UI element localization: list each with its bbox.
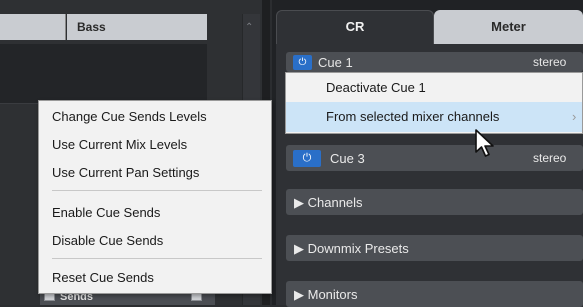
power-icon[interactable]: ⏻	[293, 55, 312, 70]
downmix-section-label: ▶ Downmix Presets	[294, 241, 409, 257]
monitors-label: Monitors	[307, 287, 358, 302]
tab-cr-label: CR	[345, 19, 365, 34]
tab-meter-label: Meter	[491, 19, 526, 34]
menu-item-use-current-pan-settings[interactable]: Use Current Pan Settings	[52, 165, 199, 180]
cue-3-format: stereo	[533, 151, 567, 165]
menu-item-reset-cue-sends[interactable]: Reset Cue Sends	[52, 270, 154, 285]
monitors-section-label: ▶ Monitors	[294, 287, 357, 303]
triangle-right-icon: ▶	[294, 287, 304, 302]
menu-item-use-current-mix-levels[interactable]: Use Current Mix Levels	[52, 137, 187, 152]
menu-item-label: Deactivate Cue 1	[326, 80, 426, 95]
channels-label: Channels	[307, 195, 363, 210]
channels-section-label: ▶ Channels	[294, 195, 363, 211]
downmix-label: Downmix Presets	[307, 241, 409, 256]
power-icon[interactable]: ⏻	[293, 150, 321, 167]
channel-name-label: Bass	[77, 20, 106, 34]
menu-separator	[52, 190, 262, 191]
cue-1-label: Cue 1	[318, 55, 353, 70]
menu-item-disable-cue-sends[interactable]: Disable Cue Sends	[52, 233, 163, 248]
mouse-pointer-icon	[475, 129, 494, 157]
cue-sends-submenu	[38, 100, 272, 294]
cue-1-format: stereo	[533, 55, 567, 69]
mixer-channel-area	[0, 44, 207, 104]
cue-3-label: Cue 3	[330, 151, 365, 166]
triangle-right-icon: ▶	[294, 241, 304, 256]
menu-separator	[52, 258, 262, 259]
menu-item-change-cue-sends-levels[interactable]: Change Cue Sends Levels	[52, 109, 207, 124]
chevron-right-icon: ›	[572, 109, 577, 124]
menu-item-label: From selected mixer channels	[326, 109, 500, 124]
triangle-right-icon: ▶	[294, 195, 304, 210]
scroll-up-icon[interactable]: ⌃	[245, 22, 253, 33]
channel-name-strip[interactable]	[0, 14, 66, 40]
menu-item-enable-cue-sends[interactable]: Enable Cue Sends	[52, 205, 160, 220]
